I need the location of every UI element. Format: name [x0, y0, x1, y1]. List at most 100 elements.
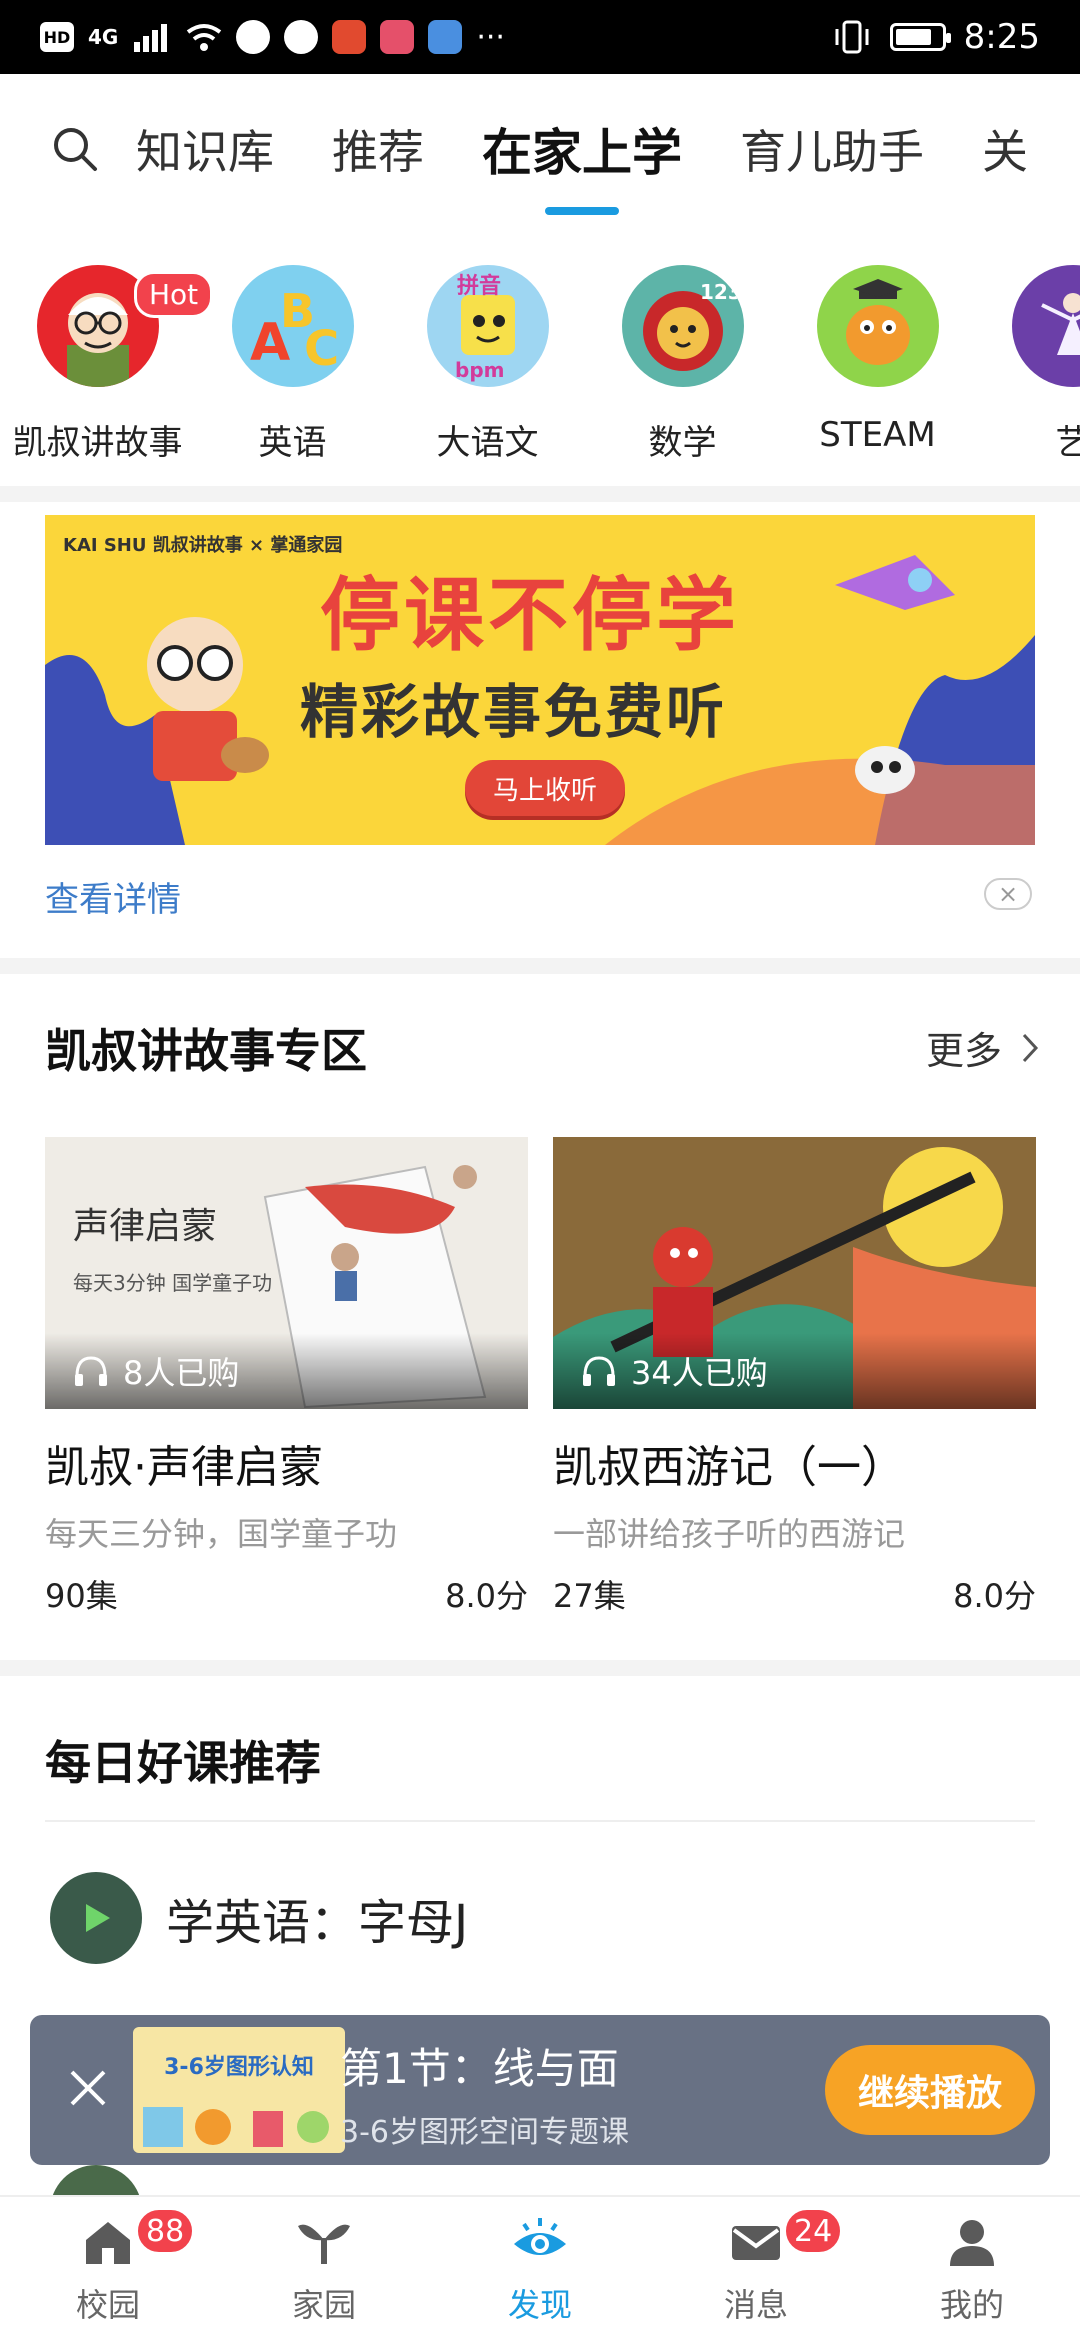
bottom-nav: 校园 88 家园 发现 消息 24 我的 [0, 2195, 1080, 2340]
category-label: STEAM [819, 415, 936, 455]
nav-discover[interactable]: 发现 [432, 2197, 648, 2340]
book-notification-icon [380, 20, 415, 54]
wifi-icon [187, 24, 222, 51]
tab-recommend[interactable]: 推荐 [332, 116, 424, 182]
card-title: 凯叔西游记（一） [553, 1442, 905, 1493]
network-indicator: 4G [88, 25, 119, 49]
buyer-count: 34人已购 [631, 1354, 768, 1392]
user-icon [950, 2219, 994, 2266]
player-subtitle: 3-6岁图形空间专题课 [340, 2115, 629, 2150]
category-label: 大语文 [436, 423, 539, 463]
mini-player[interactable]: 3-6岁图形认知 第1节：线与面 3-6岁图形空间专题课 继续播放 [30, 2015, 1050, 2165]
card-meta: 90集 8.0分 [45, 1571, 528, 1617]
search-icon[interactable] [50, 124, 100, 174]
tab-knowledge-base[interactable]: 知识库 [136, 116, 274, 182]
battery-level [895, 29, 931, 45]
more-label: 更多 [925, 1029, 1002, 1073]
status-left: HD 4G ··· [40, 20, 505, 55]
category-art[interactable]: 艺 [975, 265, 1080, 465]
close-banner-button[interactable]: × [984, 878, 1032, 910]
svg-text:bpm: bpm [455, 358, 504, 382]
notification-badge: 24 [783, 2207, 844, 2255]
browser-notification-icon [428, 20, 463, 54]
tab-parenting-assistant[interactable]: 育儿助手 [740, 116, 924, 182]
close-icon[interactable] [60, 2060, 116, 2116]
school-icon [86, 2221, 130, 2264]
nav-label: 消息 [723, 2285, 788, 2324]
player-title: 第1节：线与面 [340, 2044, 619, 2093]
tab-study-at-home[interactable]: 在家上学 [482, 113, 682, 185]
category-english[interactable]: ABC 英语 [195, 265, 390, 465]
dragon-icon [816, 265, 939, 387]
sprout-icon [298, 2224, 350, 2264]
category-row: Hot 凯叔讲故事 ABC 英语 拼音 bpm 大语文 123 数学 STEAM … [0, 265, 1080, 465]
category-label: 英语 [258, 423, 327, 463]
banner-logo: KAI SHU 凯叔讲故事 × 掌通家园 [63, 535, 343, 556]
card-subtitle: 每天三分钟，国学童子功 [45, 1515, 398, 1553]
card-thumb-subtitle: 每天3分钟 国学童子功 [73, 1271, 273, 1295]
course-thumbnail: 声律启蒙 每天3分钟 国学童子功 8人已购 [45, 1137, 528, 1409]
card-score: 8.0分 [953, 1577, 1036, 1615]
category-label: 数学 [648, 423, 717, 463]
continue-play-button[interactable]: 继续播放 [825, 2045, 1035, 2135]
category-label: 艺 [1055, 423, 1080, 463]
course-thumbnail: 34人已购 [553, 1137, 1036, 1409]
nav-messages[interactable]: 消息 24 [648, 2197, 864, 2340]
pinyin-icon: 拼音 bpm [426, 265, 549, 387]
card-meta: 27集 8.0分 [553, 1571, 1036, 1617]
app-notification-icon [236, 20, 271, 54]
nav-label: 校园 [75, 2285, 140, 2324]
status-time: 8:25 [963, 17, 1040, 57]
buyer-count: 8人已购 [123, 1354, 240, 1392]
nav-label: 家园 [291, 2285, 356, 2324]
daily-course-item[interactable]: 学英语：字母J [50, 1872, 468, 1964]
category-label: 凯叔讲故事 [12, 423, 183, 463]
listen-now-button[interactable]: 马上收听 [465, 760, 625, 816]
notification-badge: 88 [135, 2207, 196, 2255]
episode-count: 27集 [553, 1577, 626, 1615]
more-link[interactable]: 更多 [926, 1020, 1040, 1075]
tab-following[interactable]: 关 [982, 116, 1028, 182]
nav-campus[interactable]: 校园 88 [0, 2197, 216, 2340]
nav-label: 发现 [507, 2285, 572, 2324]
section-title: 每日好课推荐 [45, 1736, 321, 1790]
category-chinese[interactable]: 拼音 bpm 大语文 [390, 265, 585, 465]
chat-notification-icon [284, 20, 319, 54]
promo-banner[interactable]: KAI SHU 凯叔讲故事 × 掌通家园 停课不停学 精彩故事免费听 马上收听 [45, 515, 1035, 845]
section-title: 凯叔讲故事专区 [45, 1024, 367, 1078]
news-notification-icon [332, 20, 367, 54]
card-overlay: 34人已购 [553, 1333, 1036, 1409]
view-details-link[interactable]: 查看详情 [45, 872, 181, 921]
card-title: 凯叔·声律启蒙 [45, 1442, 323, 1493]
section-separator [0, 486, 1080, 502]
banner-subline: 精彩故事免费听 [300, 678, 728, 746]
category-steam[interactable]: STEAM [780, 265, 975, 465]
eye-icon [514, 2217, 566, 2255]
card-subtitle: 一部讲给孩子听的西游记 [553, 1515, 906, 1553]
category-kaishu-stories[interactable]: Hot 凯叔讲故事 [0, 265, 214, 465]
category-math[interactable]: 123 数学 [585, 265, 780, 465]
art-dancer-icon [1011, 265, 1080, 387]
banner-headline: 停课不停学 [320, 569, 740, 662]
chevron-right-icon [1022, 1033, 1039, 1062]
nav-label: 我的 [939, 2285, 1004, 2324]
section-separator [0, 1660, 1080, 1676]
svg-text:C: C [304, 321, 339, 377]
nav-home[interactable]: 家园 [216, 2197, 432, 2340]
status-right: 8:25 [832, 17, 1040, 57]
battery-icon [889, 23, 951, 51]
episode-count: 90集 [45, 1577, 118, 1615]
card-overlay: 8人已购 [45, 1333, 528, 1409]
vibrate-icon [835, 20, 869, 54]
course-card[interactable]: 声律启蒙 每天3分钟 国学童子功 8人已购 凯叔·声律启蒙 每天三分钟，国学童子… [45, 1137, 528, 1617]
top-tab-bar: 知识库 推荐 在家上学 育儿助手 关 [0, 74, 1080, 224]
mail-icon [732, 2225, 780, 2260]
signal-icon [134, 24, 168, 52]
course-card[interactable]: 34人已购 凯叔西游记（一） 一部讲给孩子听的西游记 27集 8.0分 [553, 1137, 1036, 1617]
abc-icon: ABC [231, 265, 354, 387]
divider [45, 1820, 1035, 1822]
nav-profile[interactable]: 我的 [864, 2197, 1080, 2340]
math-lion-icon: 123 [621, 265, 744, 387]
daily-course-name: 学英语：字母J [166, 1895, 469, 1951]
section-separator [0, 958, 1080, 974]
